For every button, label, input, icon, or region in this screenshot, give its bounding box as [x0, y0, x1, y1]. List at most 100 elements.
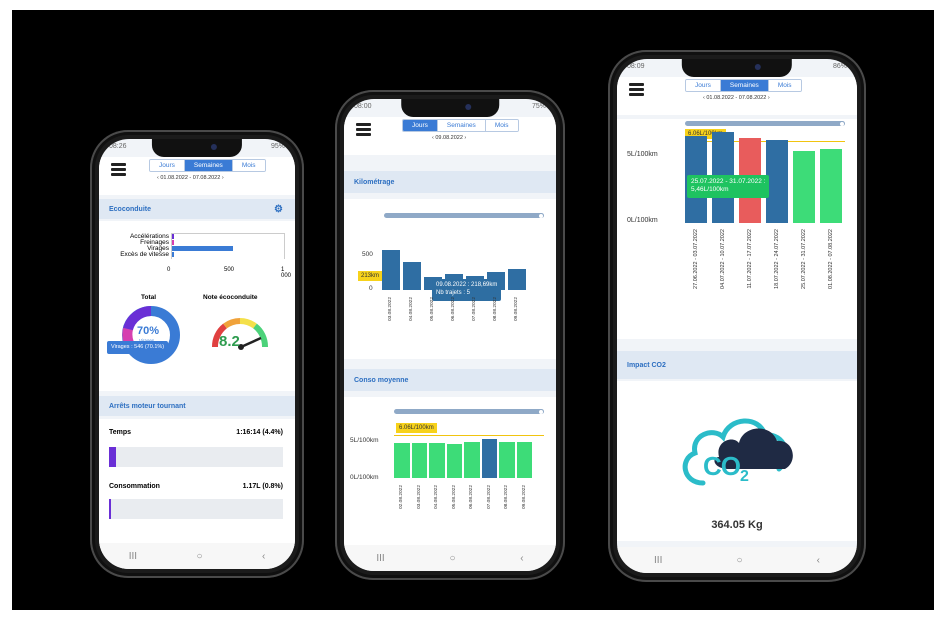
- tab-semaines[interactable]: Semaines: [720, 80, 769, 91]
- chart-bar: [411, 442, 427, 478]
- kilometrage-card: 500 0 213km 09.08.2022 : 218,69km Nb tra…: [344, 199, 556, 359]
- tab-jours[interactable]: Jours: [403, 120, 438, 131]
- hamburger-menu-icon[interactable]: [356, 123, 371, 136]
- status-time: 08:00: [354, 103, 372, 110]
- recent-apps-icon[interactable]: III: [376, 553, 384, 564]
- back-icon[interactable]: ‹: [520, 553, 523, 564]
- android-nav-bar: III ○ ‹: [344, 545, 556, 571]
- date-range[interactable]: ‹ 01.08.2022 - 07.08.2022 ›: [157, 175, 224, 181]
- recent-apps-icon[interactable]: III: [654, 555, 662, 566]
- chart-bar: [429, 443, 445, 478]
- x-tick-label: 01.08.2022 - 07.08.2022: [828, 229, 834, 289]
- phone-screen: 08:00 75% Jours Semaines Mois ‹ 09.08.20…: [344, 99, 556, 571]
- period-tabs: Jours Semaines Mois: [685, 79, 802, 92]
- x-tick-label: 08.08.2022: [493, 297, 498, 322]
- conso-progress-fill: [109, 499, 112, 519]
- y-tick: 500: [362, 251, 373, 258]
- section-header-conso: Conso moyenne: [344, 369, 556, 391]
- conso-card: 6.06L/100km 5L/100km 0L/100km 02.08.2022…: [344, 397, 556, 547]
- tooltip-line: 25.07.2022 - 31.07.2022 :: [691, 178, 766, 185]
- android-nav-bar: III ○ ‹: [99, 543, 295, 569]
- tooltip-line: 5,46L/100km: [691, 186, 729, 194]
- total-title: Total: [141, 294, 157, 301]
- chart-bar: [403, 262, 421, 290]
- co2-label: CO2: [703, 451, 749, 486]
- chart-scrollbar[interactable]: [685, 121, 845, 126]
- chart-bar: [464, 442, 480, 478]
- x-tick-label: 04.07.2022 - 10.07.2022: [720, 229, 726, 289]
- x-tick-label: 04.08.2022: [434, 485, 439, 510]
- tab-jours[interactable]: Jours: [686, 80, 721, 91]
- tab-mois[interactable]: Mois: [768, 80, 801, 91]
- phone-notch: [681, 59, 793, 77]
- highlight-label: 213km: [358, 271, 383, 281]
- home-icon[interactable]: ○: [736, 555, 742, 566]
- x-tick-label: 18.07.2022 - 24.07.2022: [774, 229, 780, 289]
- section-header-arrets: Arrêts moteur tournant: [99, 396, 295, 416]
- section-title: Conso moyenne: [354, 376, 409, 384]
- y-tick: 0L/100km: [350, 474, 379, 481]
- chart-bar: [766, 140, 788, 223]
- x-tick-label: 02.08.2022: [399, 485, 404, 510]
- chart-bar: [382, 249, 400, 290]
- marketing-stage: 08:26 95% Jours Semaines Mois ‹ 01.08.20…: [12, 10, 934, 610]
- top-bar: Jours Semaines Mois ‹ 01.08.2022 - 07.08…: [617, 77, 857, 115]
- y-tick: 5L/100km: [627, 151, 658, 158]
- home-icon[interactable]: ○: [196, 551, 202, 562]
- x-tick-label: 11.07.2022 - 17.07.2022: [747, 229, 753, 289]
- hamburger-menu-icon[interactable]: [629, 83, 644, 96]
- tab-semaines[interactable]: Semaines: [184, 160, 233, 171]
- chart-scrollbar[interactable]: [394, 409, 544, 414]
- phone-screen: 08:09 86% Jours Semaines Mois ‹ 01.08.20…: [617, 59, 857, 573]
- period-tabs: Jours Semaines Mois: [402, 119, 519, 132]
- co2-card: CO2 364.05 Kg: [617, 381, 857, 541]
- x-tick-label: 05.08.2022: [451, 485, 457, 510]
- hamburger-menu-icon[interactable]: [111, 163, 126, 176]
- chart-bar: [394, 442, 410, 478]
- x-tick-label: 07.08.2022: [472, 297, 477, 322]
- settings-gear-icon[interactable]: ⚙: [274, 204, 283, 215]
- status-battery: 86%: [832, 63, 847, 70]
- tab-jours[interactable]: Jours: [150, 160, 185, 171]
- section-title: Arrêts moteur tournant: [109, 402, 186, 410]
- x-axis-labels: 27.06.2022 - 03.07.2022 04.07.2022 - 10.0…: [685, 229, 845, 311]
- chart-scrollbar[interactable]: [384, 213, 544, 218]
- conso-progress: [109, 499, 283, 519]
- temps-value: 1:16:14 (4.4%): [236, 429, 283, 436]
- x-tick-label: 06.08.2022: [469, 485, 474, 510]
- phone-notch: [151, 139, 243, 157]
- eco-grid: [171, 233, 285, 259]
- eco-axis-tick: 500: [224, 267, 235, 273]
- y-tick: 0L/100km: [627, 217, 658, 224]
- status-time: 08:26: [109, 143, 127, 150]
- top-bar: Jours Semaines Mois ‹ 09.08.2022 ›: [344, 117, 556, 155]
- tab-mois[interactable]: Mois: [232, 160, 265, 171]
- x-tick-label: 08.08.2022: [504, 485, 509, 510]
- back-icon[interactable]: ‹: [262, 551, 265, 562]
- date-range[interactable]: ‹ 01.08.2022 - 07.08.2022 ›: [703, 95, 770, 101]
- x-tick-label: 03.08.2022: [388, 297, 393, 322]
- x-tick-label: 09.08.2022: [521, 485, 527, 510]
- chart-bar: [499, 442, 515, 478]
- eco-axis-tick: 1 000: [281, 267, 292, 279]
- x-tick-label: 06.08.2022: [451, 297, 456, 322]
- chart-bar: [508, 268, 526, 290]
- date-selector[interactable]: ‹ 09.08.2022 ›: [432, 135, 466, 141]
- phone-ecoconduite: 08:26 95% Jours Semaines Mois ‹ 01.08.20…: [90, 130, 304, 578]
- recent-apps-icon[interactable]: III: [129, 551, 137, 562]
- ecoconduite-bar-chart: Accélérations Freinages Virages Excès de vi…: [99, 233, 295, 283]
- home-icon[interactable]: ○: [449, 553, 455, 564]
- tab-semaines[interactable]: Semaines: [437, 120, 486, 131]
- conso-label: Consommation: [109, 483, 160, 490]
- note-gauge: [212, 318, 268, 350]
- top-bar: Jours Semaines Mois ‹ 01.08.2022 - 07.08…: [99, 157, 295, 195]
- total-value: 70%: [137, 325, 160, 337]
- back-icon[interactable]: ‹: [817, 555, 820, 566]
- tab-mois[interactable]: Mois: [485, 120, 518, 131]
- temps-progress: [109, 447, 283, 467]
- bar-tooltip: 25.07.2022 - 31.07.2022 : 5,46L/100km: [687, 175, 770, 198]
- note-value: 8.2: [219, 333, 240, 350]
- arrets-card: Temps 1:16:14 (4.4%) Consommation 1.17L …: [99, 419, 295, 559]
- chart-bar: [793, 151, 815, 223]
- x-tick-label: 03.08.2022: [416, 485, 422, 510]
